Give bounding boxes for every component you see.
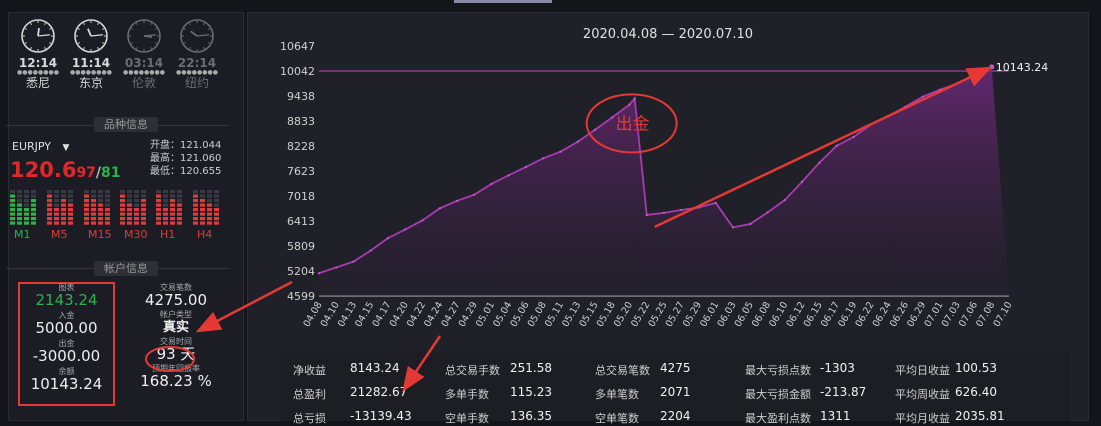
pointer-arrow-stats <box>402 335 442 393</box>
annotation-overlay: 出金 <box>145 66 993 393</box>
withdrawal-annotation: 出金 <box>616 114 650 134</box>
pointer-arrow-account <box>195 280 293 333</box>
trade-days-circle <box>145 346 195 372</box>
trend-arrow <box>654 66 993 229</box>
